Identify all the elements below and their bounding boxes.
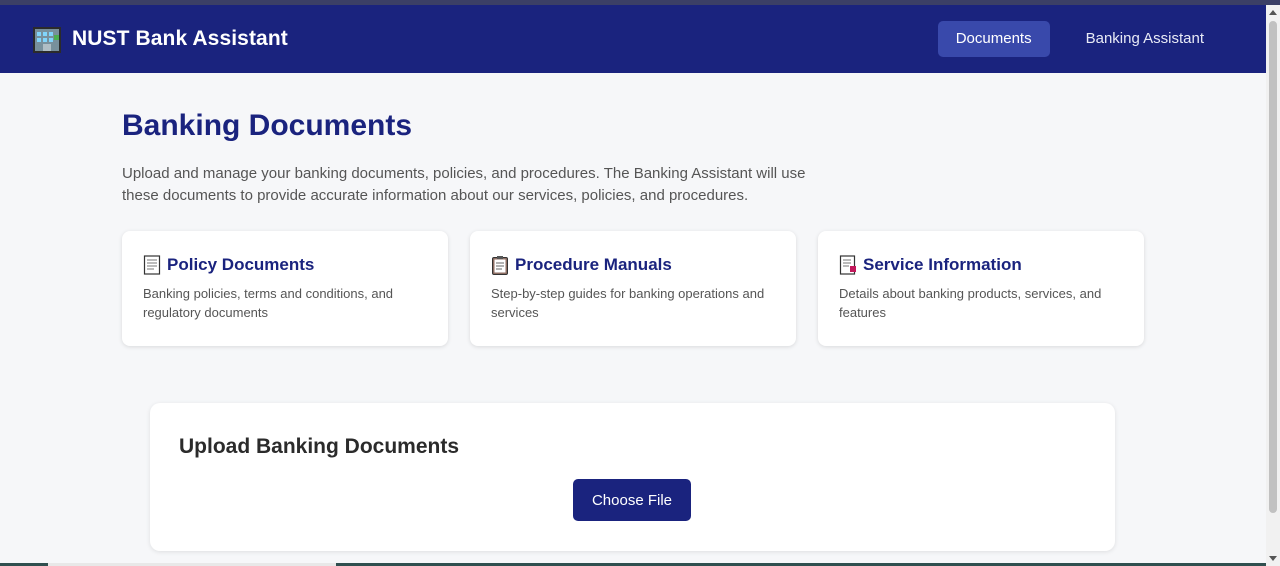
app-title: NUST Bank Assistant xyxy=(72,27,288,50)
category-cards: Policy Documents Banking policies, terms… xyxy=(122,231,1144,346)
card-description: Banking policies, terms and conditions, … xyxy=(143,286,394,320)
main-content: Banking Documents Upload and manage your… xyxy=(122,73,1144,346)
card-title: Service Information xyxy=(863,255,1022,274)
upload-panel: Upload Banking Documents Choose File xyxy=(150,403,1115,551)
card-title: Policy Documents xyxy=(167,255,315,274)
scroll-up-arrow-icon[interactable] xyxy=(1269,10,1277,15)
card-policy-documents: Policy Documents Banking policies, terms… xyxy=(122,231,448,346)
card-procedure-manuals: Procedure Manuals Step-by-step guides fo… xyxy=(470,231,796,346)
document-icon xyxy=(143,255,161,275)
nav-links: Documents Banking Assistant xyxy=(937,21,1222,57)
card-service-information: Service Information Details about bankin… xyxy=(818,231,1144,346)
clipboard-icon xyxy=(492,256,508,275)
navbar: NUST Bank Assistant Documents Banking As… xyxy=(0,5,1266,73)
scroll-thumb[interactable] xyxy=(1269,21,1277,513)
nav-documents-button[interactable]: Documents xyxy=(937,21,1050,57)
vertical-scrollbar[interactable] xyxy=(1266,5,1280,566)
bookmark-document-icon xyxy=(839,255,856,275)
intro-text: Upload and manage your banking documents… xyxy=(122,165,806,204)
upload-title: Upload Banking Documents xyxy=(179,435,460,458)
page-title: Banking Documents xyxy=(122,109,413,142)
card-title: Procedure Manuals xyxy=(515,255,672,274)
nav-banking-assistant-button[interactable]: Banking Assistant xyxy=(1068,21,1222,57)
bank-building-icon xyxy=(33,27,61,53)
card-description: Details about banking products, services… xyxy=(839,286,1102,320)
brand[interactable]: NUST Bank Assistant xyxy=(32,24,288,54)
card-description: Step-by-step guides for banking operatio… xyxy=(491,286,765,320)
choose-file-button[interactable]: Choose File xyxy=(573,479,691,521)
scroll-down-arrow-icon[interactable] xyxy=(1269,556,1277,561)
